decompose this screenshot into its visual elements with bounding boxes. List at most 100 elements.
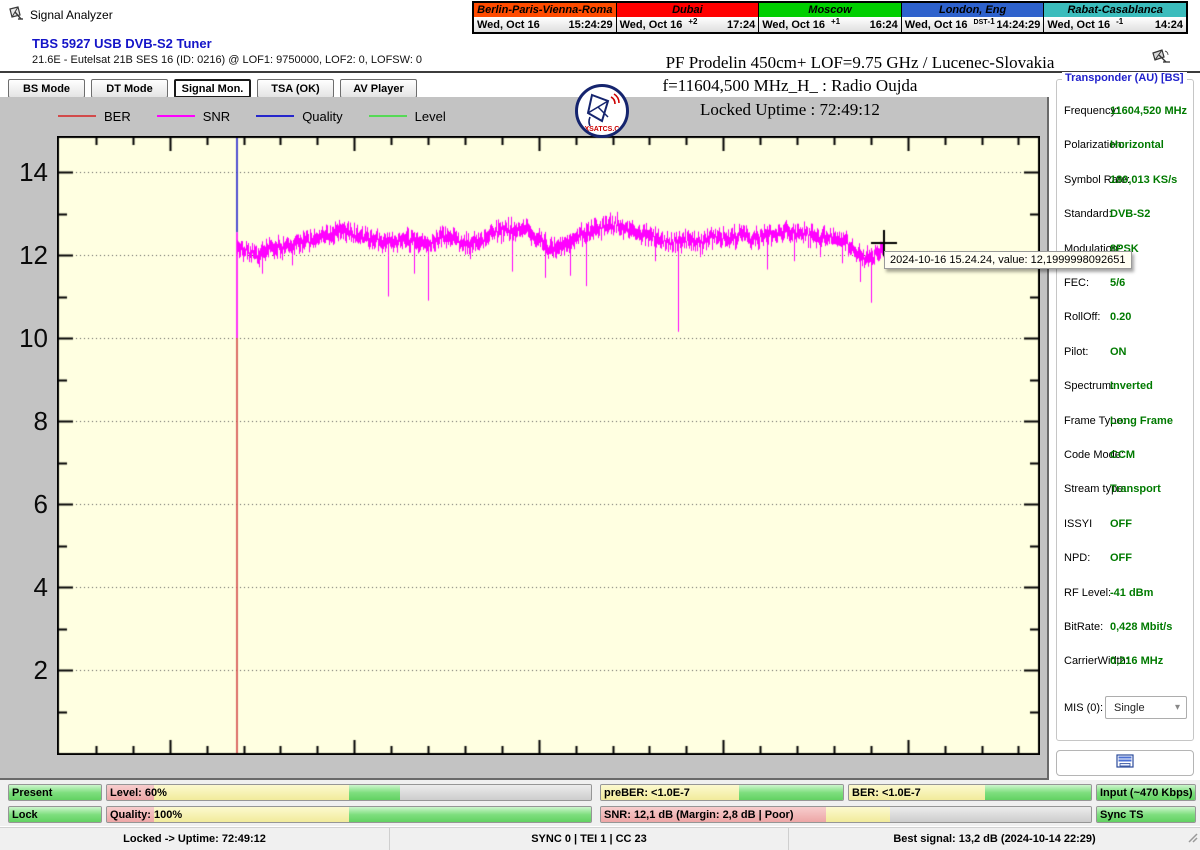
statusbar-section: Best signal: 13,2 dB (2024-10-14 22:29) [893, 833, 1096, 845]
clock-panel: Rabat-Casablanca Wed, Oct 16 -1 14:24 [1044, 3, 1186, 32]
gauge-level: Level: 60% [106, 784, 592, 801]
uptime-title: Locked Uptime : 72:49:12 [700, 100, 880, 119]
legend-color-line [368, 115, 407, 117]
signal-plot[interactable] [57, 136, 1040, 755]
clock-utc-offset: DST-1 [973, 17, 995, 26]
gauge-label: Level: 60% [110, 787, 167, 799]
chart-legend: BER SNR Quality Level [58, 107, 472, 125]
transponder-row-value: -41 dBm [1110, 586, 1154, 599]
clock-panel: Moscow Wed, Oct 16 +1 16:24 [759, 3, 901, 32]
legend-label: BER [104, 108, 131, 124]
clock-utc-offset: +1 [830, 17, 841, 26]
y-axis-tick-label: 4 [33, 572, 48, 602]
legend-label: SNR [202, 108, 231, 124]
chart-tooltip: 2024-10-16 15.24.24, value: 12,199999809… [884, 251, 1132, 269]
chevron-down-icon: ▾ [1174, 702, 1180, 713]
clock-date: Wed, Oct 16 [762, 18, 825, 31]
tab-bs-mode[interactable]: BS Mode [8, 79, 85, 98]
tab-tsa-ok[interactable]: TSA (OK) [257, 79, 334, 98]
gauge-snr: SNR: 12,1 dB (Margin: 2,8 dB | Poor) [600, 806, 1092, 823]
transponder-row-label: RF Level: [1064, 586, 1112, 599]
divider [0, 71, 1200, 73]
gauge-label: Lock [12, 809, 38, 821]
clock-panel: London, Eng Wed, Oct 16 DST-1 14:24:29 [901, 3, 1044, 32]
gauge-label: Input (~470 Kbps) [1100, 787, 1193, 799]
legend-item-ber: BER [58, 109, 131, 124]
transponder-row-label: Spectrum: [1064, 380, 1115, 393]
clock-city: Rabat-Casablanca [1044, 3, 1186, 17]
signal-plot-canvas[interactable] [57, 136, 1040, 755]
transponder-row-value: OFF [1110, 552, 1132, 565]
mis-label: MIS (0): [1064, 702, 1104, 714]
chart-panel: Locked Uptime : 72:49:12 BER SNR Quality Le… [0, 97, 1049, 780]
transponder-row-label: Pilot: [1064, 345, 1089, 358]
gauge-label: SNR: 12,1 dB (Margin: 2,8 dB | Poor) [604, 809, 794, 821]
sidebar-action-button[interactable] [1056, 750, 1194, 776]
gauge-present: Present [8, 784, 102, 801]
gauge-label: Quality: 100% [110, 809, 183, 821]
signal-gauges: Present Level: 60% preBER: <1.0E-7 BER: <1.… [0, 780, 1200, 826]
gauge-sync-ts: Sync TS [1096, 806, 1196, 823]
satellite-icon [1150, 47, 1172, 70]
statusbar-section: SYNC 0 | TEI 1 | CC 23 [390, 828, 789, 850]
transponder-row-value: CCM [1110, 449, 1136, 461]
transponder-header: Transponder (AU) [BS] [1062, 72, 1187, 84]
transponder-row-label: Standard: [1064, 208, 1112, 221]
legend-label: Quality [302, 108, 343, 124]
resize-grip[interactable] [1186, 830, 1198, 848]
y-axis-tick-label: 6 [33, 489, 48, 519]
statusbar-section: Locked -> Uptime: 72:49:12 [0, 828, 390, 850]
tuner-title: TBS 5927 USB DVB-S2 Tuner [32, 36, 212, 51]
y-axis-tick-label: 10 [19, 323, 48, 353]
y-axis-tick-label: 14 [19, 157, 48, 187]
tab-av-player[interactable]: AV Player [340, 79, 417, 98]
transponder-row-value: 5/6 [1110, 277, 1126, 289]
dxsatcs-logo: DXSATCS.COM [575, 84, 629, 138]
clock-time: 14:24 [1154, 18, 1183, 31]
clock-utc-offset: +2 [688, 17, 698, 26]
clock-time: 15:24:29 [568, 18, 613, 31]
clock-city: Berlin-Paris-Vienna-Roma [474, 3, 616, 17]
clock-panel: Dubai Wed, Oct 16 +2 17:24 [616, 3, 759, 32]
clock-time: 17:24 [727, 18, 756, 31]
legend-color-line [58, 115, 96, 117]
legend-item-snr: SNR [156, 108, 231, 124]
transponder-row-value: 180,013 KS/s [1110, 173, 1178, 186]
window-title: Signal Analyzer [30, 8, 113, 22]
transponder-row-value: 0,216 MHz [1110, 655, 1164, 668]
legend-color-line [156, 115, 195, 117]
gauge-label: Present [12, 787, 53, 799]
gauge-preber: preBER: <1.0E-7 [600, 784, 844, 801]
transponder-row-value: 0.20 [1110, 311, 1132, 324]
clock-time: 16:24 [869, 18, 898, 31]
site-title: PF Prodelin 450cm+ LOF=9.75 GHz / Lucene… [665, 53, 1055, 72]
transponder-row-value: 11604,520 MHz [1110, 105, 1188, 117]
gauge-input-470-kbps: Input (~470 Kbps) [1096, 784, 1196, 801]
chart-title: f=11604,500 MHz_H_ : Radio Oujda [662, 76, 918, 95]
tuner-subtitle: 21.6E - Eutelsat 21B SES 16 (ID: 0216) @… [32, 54, 423, 66]
clock-city: Moscow [759, 3, 901, 17]
transponder-row-label: FEC: [1064, 277, 1090, 289]
transponder-row-value: OFF [1110, 517, 1132, 530]
clock-panel: Berlin-Paris-Vienna-Roma Wed, Oct 16 15:… [474, 3, 616, 32]
transponder-row-label: RollOff: [1064, 311, 1101, 324]
transponder-row-value: Transport [1110, 483, 1161, 496]
y-axis-tick-label: 12 [19, 240, 48, 270]
gauge-label: BER: <1.0E-7 [852, 787, 921, 799]
clock-city: London, Eng [901, 3, 1044, 17]
clock-date: Wed, Oct 16 [904, 18, 968, 31]
tab-signal-mon[interactable]: Signal Mon. [174, 79, 251, 98]
transponder-row-label: NPD: [1064, 552, 1091, 565]
transponder-row-value: Horizontal [1110, 139, 1164, 152]
clock-date: Wed, Oct 16 [477, 18, 540, 31]
disk-icon [1116, 753, 1134, 773]
clock-date: Wed, Oct 16 [1047, 18, 1111, 31]
world-clocks: Berlin-Paris-Vienna-Roma Wed, Oct 16 15:… [472, 1, 1188, 34]
mis-dropdown[interactable]: Single ▾ [1105, 696, 1187, 719]
clock-utc-offset: -1 [1116, 17, 1124, 26]
legend-color-line [256, 115, 295, 117]
mode-tabs: BS Mode DT Mode Signal Mon. TSA (OK) AV Play… [8, 79, 417, 98]
transponder-row-label: BitRate: [1064, 621, 1104, 633]
gauge-quality: Quality: 100% [106, 806, 592, 823]
tab-dt-mode[interactable]: DT Mode [91, 79, 168, 98]
